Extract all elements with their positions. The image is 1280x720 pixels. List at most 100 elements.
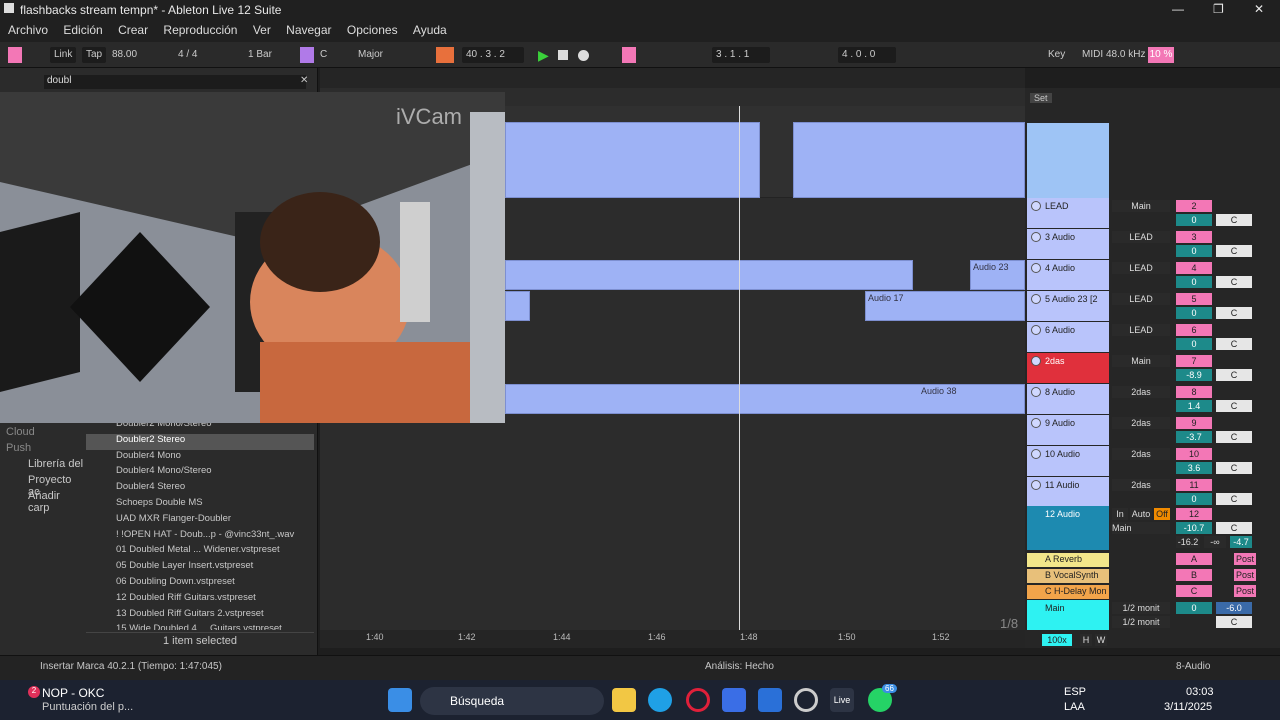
clear-search-icon[interactable]: ✕ — [300, 75, 308, 86]
browser-item[interactable]: 12 Doubled Riff Guitars.vstpreset — [86, 592, 314, 608]
browser-item[interactable]: Doubler4 Stereo — [86, 481, 314, 497]
loop-start-field[interactable]: 3 . 1 . 1 — [712, 47, 770, 63]
audio-clip[interactable] — [505, 122, 760, 198]
output-routing[interactable]: 2das — [1112, 448, 1170, 460]
track-activator[interactable]: 10 — [1176, 448, 1212, 460]
input-monitor-in[interactable]: In — [1112, 508, 1128, 520]
fold-icon[interactable] — [1031, 294, 1041, 304]
track-activator[interactable]: 8 — [1176, 386, 1212, 398]
track-header-12[interactable]: 12 Audio — [1027, 506, 1109, 550]
place-cloud[interactable]: Cloud — [6, 426, 84, 442]
track-activator[interactable]: 7 — [1176, 355, 1212, 367]
output-routing[interactable]: Main — [1112, 200, 1170, 212]
record-icon[interactable] — [578, 50, 589, 61]
audio-clip[interactable] — [505, 291, 530, 321]
key-map-button[interactable]: Key — [1048, 47, 1065, 63]
track-activator[interactable]: 4 — [1176, 262, 1212, 274]
clock-date[interactable]: 3/11/2025 — [1164, 701, 1212, 713]
volume-field[interactable]: -3.7 — [1176, 431, 1212, 443]
browser-item[interactable]: Schoeps Double MS — [86, 497, 314, 513]
place-project[interactable]: Proyecto ac — [6, 474, 84, 498]
pan-field[interactable]: C — [1216, 462, 1252, 474]
browser-item[interactable]: 13 Doubled Riff Guitars 2.vstpreset — [86, 608, 314, 624]
menu-ver[interactable]: Ver — [253, 23, 271, 37]
output-routing[interactable]: 2das — [1112, 417, 1170, 429]
maximize-button[interactable]: ❐ — [1213, 2, 1224, 16]
play-icon[interactable]: ▶ — [538, 47, 549, 63]
browser-search-input[interactable]: doubl — [44, 75, 306, 89]
fold-icon[interactable] — [1031, 263, 1041, 273]
width-toggle[interactable]: W — [1095, 634, 1107, 646]
pan-field[interactable]: C — [1216, 431, 1252, 443]
return-track[interactable]: C H-Delay Mon — [1027, 585, 1109, 599]
view-toggle-icon[interactable] — [8, 47, 22, 63]
arrangement-record-icon[interactable] — [436, 47, 454, 63]
pan-field[interactable]: C — [1216, 307, 1252, 319]
loop-length-field[interactable]: 4 . 0 . 0 — [838, 47, 896, 63]
menu-crear[interactable]: Crear — [118, 23, 148, 37]
output-routing[interactable]: Main — [1112, 522, 1170, 534]
track-activator[interactable]: 2 — [1176, 200, 1212, 212]
taskbar-search[interactable]: Búsqueda — [420, 687, 604, 715]
tempo-field[interactable]: 88.00 — [112, 47, 137, 63]
quantize-select[interactable]: 1 Bar — [248, 47, 272, 63]
place-library[interactable]: Librería del — [6, 458, 84, 474]
browser-item[interactable]: 15 Wide Doubled 4 ... Guitars.vstpreset — [86, 623, 314, 630]
output-routing[interactable]: 2das — [1112, 386, 1170, 398]
volume-field[interactable]: 3.6 — [1176, 462, 1212, 474]
return-track[interactable]: A Reverb — [1027, 553, 1109, 567]
volume-field[interactable]: -10.7 — [1176, 522, 1212, 534]
track-header[interactable]: LEAD — [1027, 198, 1109, 228]
output-routing[interactable]: Main — [1112, 355, 1170, 367]
file-explorer-icon[interactable] — [612, 688, 636, 712]
output-routing[interactable]: LEAD — [1112, 293, 1170, 305]
fold-icon[interactable] — [1031, 480, 1041, 490]
track-header[interactable]: 10 Audio — [1027, 446, 1109, 476]
volume-field[interactable]: -8.9 — [1176, 369, 1212, 381]
audio-clip-17[interactable]: Audio 17 — [865, 291, 1025, 321]
pan-field[interactable]: C — [1216, 338, 1252, 350]
browser-item[interactable]: Doubler2 Stereo — [86, 433, 314, 450]
menu-edicion[interactable]: Edición — [63, 23, 102, 37]
master-track[interactable]: Main — [1027, 600, 1109, 630]
return-activator[interactable]: A — [1176, 553, 1212, 565]
automation-arm-icon[interactable] — [622, 47, 636, 63]
store-icon[interactable] — [722, 688, 746, 712]
height-toggle[interactable]: H — [1080, 634, 1092, 646]
track-activator[interactable]: 3 — [1176, 231, 1212, 243]
return-activator[interactable]: C — [1176, 585, 1212, 597]
clock-time[interactable]: 03:03 — [1186, 686, 1214, 698]
track-header[interactable]: 6 Audio — [1027, 322, 1109, 352]
close-button[interactable]: ✕ — [1254, 2, 1264, 16]
pan-field[interactable]: C — [1216, 400, 1252, 412]
menu-archivo[interactable]: Archivo — [8, 23, 48, 37]
fold-icon[interactable] — [1031, 387, 1041, 397]
output-routing[interactable]: LEAD — [1112, 324, 1170, 336]
selected-clip-slot[interactable] — [1027, 123, 1109, 198]
track-header[interactable]: 9 Audio — [1027, 415, 1109, 445]
audio-clip-38[interactable]: Audio 38 — [505, 384, 1025, 414]
pan-field[interactable]: C — [1216, 276, 1252, 288]
audio-clip-23[interactable]: Audio 23 — [970, 260, 1025, 290]
track-activator[interactable]: 12 — [1176, 508, 1212, 520]
scale-mode-icon[interactable] — [300, 47, 314, 63]
fold-icon[interactable] — [1031, 232, 1041, 242]
browser-item[interactable]: Doubler4 Mono/Stereo — [86, 465, 314, 481]
return-track[interactable]: B VocalSynth — [1027, 569, 1109, 583]
time-ruler[interactable]: 1:40 1:42 1:44 1:46 1:48 1:50 1:52 — [320, 630, 1025, 648]
browser-item[interactable]: 06 Doubling Down.vstpreset — [86, 576, 314, 592]
key-select[interactable]: C — [320, 47, 327, 63]
output-routing[interactable]: 2das — [1112, 479, 1170, 491]
track-header[interactable]: 4 Audio — [1027, 260, 1109, 290]
track-header[interactable]: 8 Audio — [1027, 384, 1109, 414]
windows-start-icon[interactable] — [388, 688, 412, 712]
browser-item[interactable]: ! !OPEN HAT - Doub...p - @vinc33nt_.wav — [86, 529, 314, 545]
master-pan[interactable]: C — [1216, 616, 1252, 628]
track-header[interactable]: 2das — [1027, 353, 1109, 383]
fold-icon[interactable] — [1031, 418, 1041, 428]
output-routing[interactable]: LEAD — [1112, 231, 1170, 243]
input-language[interactable]: ESP — [1064, 686, 1086, 698]
menu-opciones[interactable]: Opciones — [347, 23, 398, 37]
outlook-icon[interactable] — [758, 688, 782, 712]
output-routing[interactable]: LEAD — [1112, 262, 1170, 274]
